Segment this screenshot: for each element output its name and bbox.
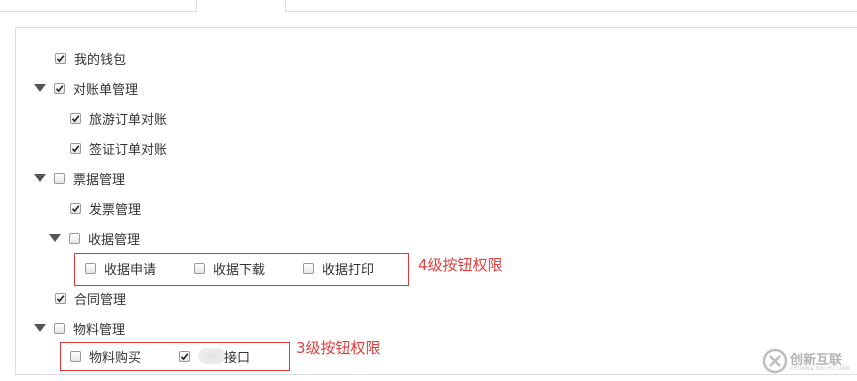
checkbox-tour-order[interactable] bbox=[70, 112, 81, 124]
tab-divider bbox=[0, 11, 196, 12]
tree-node-label: 签证订单对账 bbox=[89, 142, 168, 158]
level4-annotation: 4级按钮权限 bbox=[418, 256, 503, 274]
expand-toggle-icon[interactable] bbox=[34, 83, 46, 93]
tree-node-label: 合同管理 bbox=[74, 292, 127, 308]
tree-node-collection-mgmt: 收据管理 bbox=[49, 228, 140, 248]
tab-divider bbox=[285, 11, 857, 12]
tree-node-label: 物料购买 bbox=[89, 350, 142, 366]
checkbox-material-interface[interactable] bbox=[179, 350, 190, 362]
tree-node-label: 物料管理 bbox=[73, 322, 126, 338]
tree-node-contract-mgmt: 合同管理 bbox=[55, 288, 126, 308]
tree-node-collection-print: 收据打印 bbox=[303, 258, 374, 278]
checkbox-material-purchase[interactable] bbox=[70, 350, 81, 362]
level3-annotation: 3级按钮权限 bbox=[296, 339, 381, 357]
tree-node-label: 收据打印 bbox=[322, 262, 375, 278]
permission-tree-panel bbox=[15, 27, 857, 375]
checkbox-reconciliation[interactable] bbox=[54, 82, 65, 94]
tree-node-collection-download: 收据下载 bbox=[194, 258, 265, 278]
check-icon bbox=[55, 84, 64, 92]
check-icon bbox=[56, 54, 65, 62]
tree-node-tour-order: 旅游订单对账 bbox=[70, 108, 167, 128]
tree-node-label: 发票管理 bbox=[89, 202, 142, 218]
expand-toggle-icon[interactable] bbox=[34, 323, 46, 333]
check-icon bbox=[71, 114, 80, 122]
checkbox-collection-print[interactable] bbox=[303, 262, 314, 274]
checkbox-contract-mgmt[interactable] bbox=[55, 292, 66, 304]
checkbox-invoice-mgmt[interactable] bbox=[70, 202, 81, 214]
tree-node-label: 我的钱包 bbox=[74, 52, 127, 68]
checkbox-receipt-mgmt[interactable] bbox=[54, 172, 65, 184]
tab-strip bbox=[0, 0, 857, 12]
watermark-logo: 创新互联 CHUANG XIN HU LIAN bbox=[760, 340, 857, 381]
checkbox-collection-download[interactable] bbox=[194, 262, 205, 274]
tree-node-label: 接口 bbox=[224, 350, 251, 366]
expand-toggle-icon[interactable] bbox=[49, 233, 61, 243]
tree-node-label: 票据管理 bbox=[73, 172, 126, 188]
tree-node-reconciliation: 对账单管理 bbox=[34, 78, 138, 98]
tree-node-label: 收据管理 bbox=[88, 232, 141, 248]
check-icon bbox=[56, 294, 65, 302]
tree-node-label: 收据下载 bbox=[213, 262, 266, 278]
checkbox-visa-order[interactable] bbox=[70, 142, 81, 154]
check-icon bbox=[71, 144, 80, 152]
checkbox-collection-mgmt[interactable] bbox=[69, 232, 80, 244]
check-icon bbox=[180, 352, 189, 360]
tree-node-collection-apply: 收据申请 bbox=[85, 258, 156, 278]
tree-node-material-interface: 接口 bbox=[179, 346, 250, 366]
check-icon bbox=[71, 204, 80, 212]
tree-node-receipt-mgmt: 票据管理 bbox=[34, 168, 125, 188]
logo-icon bbox=[762, 348, 788, 374]
tree-node-material-purchase: 物料购买 bbox=[70, 346, 141, 366]
checkbox-material-mgmt[interactable] bbox=[54, 322, 65, 334]
redacted-text bbox=[198, 348, 226, 364]
tree-node-label: 旅游订单对账 bbox=[89, 112, 168, 128]
tree-node-my-wallet: 我的钱包 bbox=[55, 48, 126, 68]
tree-node-visa-order: 签证订单对账 bbox=[70, 138, 167, 158]
tree-node-label: 收据申请 bbox=[104, 262, 157, 278]
checkbox-collection-apply[interactable] bbox=[85, 262, 96, 274]
tree-node-invoice-mgmt: 发票管理 bbox=[70, 198, 141, 218]
active-tab[interactable] bbox=[196, 0, 286, 12]
expand-toggle-icon[interactable] bbox=[34, 173, 46, 183]
checkbox-my-wallet[interactable] bbox=[55, 52, 66, 64]
tree-node-material-mgmt: 物料管理 bbox=[34, 318, 125, 338]
watermark-subtext: CHUANG XIN HU LIAN bbox=[790, 366, 850, 372]
tree-node-label: 对账单管理 bbox=[73, 82, 139, 98]
